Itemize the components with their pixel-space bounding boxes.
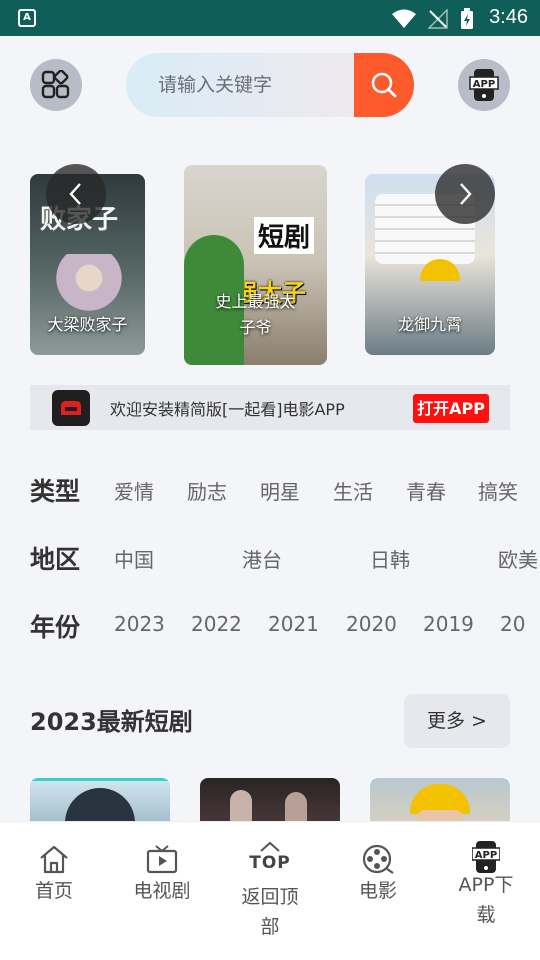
clock: 3:46 [489,6,528,28]
chevron-left-icon [69,183,81,205]
status-bar: A 3:46 [0,0,540,36]
header: APP [0,36,540,136]
install-app-banner[interactable]: 欢迎安装精简版[一起看]电影APP 打开APP [30,385,510,430]
bottom-tab-bar: 首页 电视剧 TOP 返回顶部 电影 APP APP下 载 [0,821,540,960]
poster-title: 大梁败家子 [47,315,128,334]
tab-label: 电影 [358,880,397,902]
filter-option[interactable]: 2019 [423,612,474,636]
filter-option[interactable]: 2022 [191,612,242,636]
battery-charging-icon [461,8,473,29]
filter-type-row: 类型 爱情 励志 明星 生活 青春 搞笑 [30,470,540,510]
filter-option[interactable]: 2023 [114,612,165,636]
no-signal-icon [428,9,448,29]
tab-tv-series[interactable]: 电视剧 [108,822,216,906]
tab-back-to-top[interactable]: TOP 返回顶部 [216,822,324,942]
filter-option[interactable]: 中国 [114,544,154,573]
filter-option[interactable]: 港台 [242,544,282,573]
category-menu-button[interactable] [30,59,82,111]
filter-region-label: 地区 [30,545,81,574]
svg-text:APP: APP [475,850,497,861]
filter-option[interactable]: 青春 [406,476,446,505]
grid-icon [41,70,70,99]
search-bar [126,53,414,117]
filter-option[interactable]: 励志 [187,476,227,505]
poster-card[interactable]: 短剧 上最强太子 史上最强太 子爷 [184,165,327,365]
tab-label: 返回顶部 [241,886,299,938]
app-logo-icon [52,390,90,426]
filter-type-label: 类型 [30,477,81,506]
tab-movies[interactable]: 电影 [324,822,432,906]
filter-option[interactable]: 明星 [260,476,300,505]
more-button[interactable]: 更多 > [404,694,510,748]
poster-title: 史上最强太 子爷 [215,292,296,337]
app-download-button[interactable]: APP [458,59,510,111]
tab-label: APP下载 [458,874,514,926]
chevron-up-icon [260,841,280,852]
filter-option[interactable]: 欧美 [498,544,538,573]
banner-text: 欢迎安装精简版[一起看]电影APP [110,400,345,419]
filter-option[interactable]: 20 [500,612,525,636]
filter-option[interactable]: 搞笑 [478,476,518,505]
top-icon: TOP [249,853,291,873]
tv-icon [146,845,178,874]
filter-option[interactable]: 生活 [333,476,373,505]
search-input[interactable] [126,53,354,117]
poster-title: 龙御九霄 [397,315,462,334]
filter-option[interactable]: 2021 [268,612,319,636]
tab-label: 首页 [34,880,73,902]
filter-year-label: 年份 [30,613,81,642]
open-app-button[interactable]: 打开APP [413,394,489,423]
filter-option[interactable]: 2020 [346,612,397,636]
wifi-icon [392,9,416,28]
chevron-right-icon [460,183,472,205]
filter-option[interactable]: 爱情 [114,476,154,505]
home-icon [40,845,68,874]
phone-app-icon: APP [472,841,500,873]
svg-text:APP: APP [473,79,495,90]
notification-icon: A [18,9,36,27]
poster-carousel: 败家子 大梁败家子 短剧 上最强太子 史上最强太子爷 龙御九霄 [30,160,510,370]
filter-region-row: 地区 中国 港台 日韩 欧美 [30,538,540,578]
carousel-next-button[interactable] [435,164,495,224]
poster-art-text: 短剧 [254,217,315,254]
tab-home[interactable]: 首页 [0,822,108,906]
tab-app-download[interactable]: APP APP下载 [432,822,540,930]
search-icon [371,72,397,98]
filter-year-row: 年份 2023 2022 2021 2020 2019 20 [30,606,540,646]
carousel-prev-button[interactable] [46,164,106,224]
film-reel-icon [362,844,394,874]
search-button[interactable] [354,53,414,117]
section-title: 2023最新短剧 [30,708,193,736]
phone-app-icon: APP [469,69,499,101]
tab-label: 电视剧 [133,880,191,902]
filter-option[interactable]: 日韩 [370,544,410,573]
